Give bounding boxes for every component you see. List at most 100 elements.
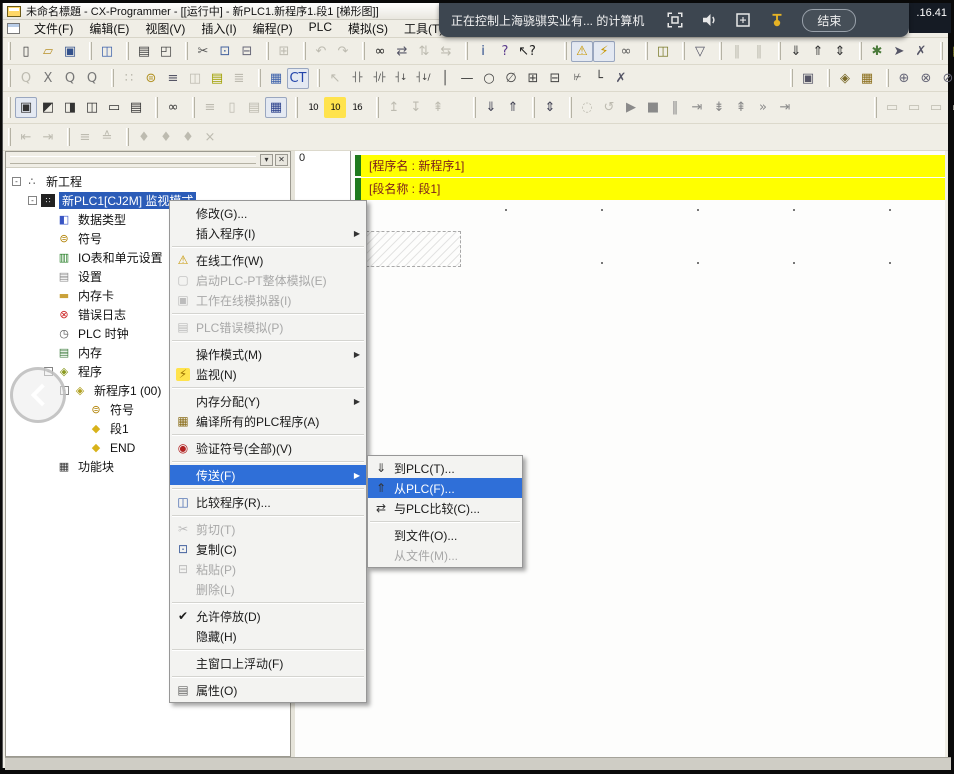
differentiate-icon[interactable]: ⊬ bbox=[566, 68, 588, 89]
transfer-compare-icon[interactable]: ⇕ bbox=[539, 97, 561, 118]
toolbar-grip[interactable] bbox=[111, 69, 114, 87]
monitor-hex-window-icon[interactable]: ▦ bbox=[265, 97, 287, 118]
window-project-icon[interactable]: ▣ bbox=[15, 97, 37, 118]
new-file-icon[interactable]: ▯ bbox=[15, 41, 37, 62]
menu-item-比较程序[interactable]: ◫比较程序(R)... bbox=[170, 492, 366, 512]
menu-编辑[interactable]: 编辑(E) bbox=[81, 19, 137, 38]
new-contact-icon[interactable]: ┤├ bbox=[346, 68, 368, 89]
window-watch-icon[interactable]: ◨ bbox=[59, 97, 81, 118]
program-check-icon[interactable]: ▣ bbox=[797, 68, 819, 89]
tree-expander[interactable]: - bbox=[28, 196, 37, 205]
toolbar-grip[interactable] bbox=[645, 42, 648, 60]
toolbar-grip[interactable] bbox=[473, 97, 476, 119]
io-table-icon[interactable]: ▤ bbox=[947, 41, 954, 62]
tree-expander[interactable]: - bbox=[12, 177, 21, 186]
sim-stop-icon[interactable]: ■ bbox=[642, 97, 664, 118]
copy-icon[interactable]: ⊡ bbox=[214, 41, 236, 62]
menu-item-在线工作[interactable]: ⚠在线工作(W) bbox=[170, 250, 366, 270]
new-closed-coil-icon[interactable]: ∅ bbox=[500, 68, 522, 89]
toolbar-grip[interactable] bbox=[185, 42, 188, 60]
toolbar-grip[interactable] bbox=[886, 69, 889, 87]
symbol-verify-icon[interactable]: ⊘ bbox=[937, 68, 954, 89]
watch-window-icon[interactable]: ▦ bbox=[265, 68, 287, 89]
sim-pause-icon[interactable]: ‖ bbox=[664, 97, 686, 118]
monitor-mode-icon[interactable]: ⚡ bbox=[593, 41, 615, 62]
section-name-row[interactable]: [段名称 : 段1] bbox=[361, 178, 945, 200]
new-horizontal-icon[interactable]: — bbox=[456, 68, 478, 89]
end-session-button[interactable]: 结束 bbox=[802, 9, 856, 32]
toolbar-grip[interactable] bbox=[682, 42, 685, 60]
save-icon[interactable]: ▣ bbox=[59, 41, 81, 62]
toolbar-grip[interactable] bbox=[859, 42, 862, 60]
download-to-plc-icon[interactable]: ⇓ bbox=[785, 41, 807, 62]
transfer-to-plc-icon[interactable]: ⇓ bbox=[480, 97, 502, 118]
menu-item-PLC错误模拟[interactable]: ▤PLC错误模拟(P) bbox=[170, 317, 366, 337]
zoom-fit-icon[interactable]: Q bbox=[81, 68, 103, 89]
zoom-custom-icon[interactable]: X bbox=[37, 68, 59, 89]
menu-item-隐藏[interactable]: 隐藏(H) bbox=[170, 626, 366, 646]
toolbar-grip[interactable] bbox=[564, 42, 567, 60]
menu-item-到文件[interactable]: 到文件(O)... bbox=[368, 525, 522, 545]
print-preview-icon[interactable]: ◰ bbox=[155, 41, 177, 62]
close-panel-button[interactable]: ✕ bbox=[275, 154, 288, 166]
toolbar-grip[interactable] bbox=[532, 97, 535, 119]
find-replace-icon[interactable]: ⇄ bbox=[391, 41, 413, 62]
menu-item-剪切[interactable]: ✂剪切(T) bbox=[170, 519, 366, 539]
online-edit-begin-icon[interactable]: ✱ bbox=[866, 41, 888, 62]
new-vertical-icon[interactable]: │ bbox=[434, 68, 456, 89]
fullscreen-icon[interactable] bbox=[658, 9, 692, 31]
menu-编程[interactable]: 编程(P) bbox=[245, 19, 301, 38]
menu-item-插入程序[interactable]: 插入程序(I)▶ bbox=[170, 223, 366, 243]
program-name-row[interactable]: [程序名 : 新程序1] bbox=[361, 155, 945, 177]
menu-item-与PLC比较[interactable]: ⇄与PLC比较(C)... bbox=[368, 498, 522, 518]
menu-视图[interactable]: 视图(V) bbox=[137, 19, 193, 38]
child-window-icon[interactable] bbox=[7, 23, 20, 34]
ladder-editor[interactable]: [程序名 : 新程序1] [段名称 : 段1] 0 ▶ bbox=[295, 151, 945, 757]
find-icon[interactable]: ∞ bbox=[369, 41, 391, 62]
toolbar-grip[interactable] bbox=[719, 42, 722, 60]
sim-step-icon[interactable]: ⇥ bbox=[686, 97, 708, 118]
speaker-icon[interactable] bbox=[692, 9, 726, 31]
menu-item-到PLC[interactable]: ⇓到PLC(T)... bbox=[368, 458, 522, 478]
online-edit-send-icon[interactable]: ➤ bbox=[888, 41, 910, 62]
window-cross-ref-icon[interactable]: ◫ bbox=[81, 97, 103, 118]
toolbar-grip[interactable] bbox=[192, 97, 195, 119]
menu-item-主窗口上浮动[interactable]: 主窗口上浮动(F) bbox=[170, 653, 366, 673]
menu-item-允许停放[interactable]: ✔允许停放(D) bbox=[170, 606, 366, 626]
menu-模拟[interactable]: 模拟(S) bbox=[340, 19, 396, 38]
toolbar-grip[interactable] bbox=[8, 97, 11, 119]
menu-item-工作在线模拟器[interactable]: ▣工作在线模拟器(I) bbox=[170, 290, 366, 310]
window-toggle-icon[interactable] bbox=[726, 9, 760, 31]
transfer-from-plc-icon[interactable]: ⇑ bbox=[502, 97, 524, 118]
menu-插入[interactable]: 插入(I) bbox=[193, 19, 244, 38]
bottom-scroll-strip[interactable] bbox=[5, 757, 951, 770]
cut-icon[interactable]: ✂ bbox=[192, 41, 214, 62]
new-or-contact-icon[interactable]: ┤↓ bbox=[390, 68, 412, 89]
menu-item-编译所有的PLC程序[interactable]: ▦编译所有的PLC程序(A) bbox=[170, 411, 366, 431]
tree-item[interactable]: -∴新工程 bbox=[6, 172, 290, 191]
menu-文件[interactable]: 文件(F) bbox=[26, 19, 81, 38]
window-output-icon[interactable]: ◩ bbox=[37, 97, 59, 118]
sim-play-icon[interactable]: ▶ bbox=[620, 97, 642, 118]
clock-pulse-icon[interactable]: CT bbox=[287, 68, 309, 89]
sim-step-in-icon[interactable]: ⇟ bbox=[708, 97, 730, 118]
menu-item-操作模式[interactable]: 操作模式(M)▶ bbox=[170, 344, 366, 364]
toolbar-grip[interactable] bbox=[362, 42, 365, 60]
compare-with-plc-icon[interactable]: ⇕ bbox=[829, 41, 851, 62]
new-closed-contact-icon[interactable]: ┤/├ bbox=[368, 68, 390, 89]
toolbar-grip[interactable] bbox=[155, 97, 158, 119]
menu-item-验证符号[interactable]: ◉验证符号(全部)(V) bbox=[170, 438, 366, 458]
paste-icon[interactable]: ⊟ bbox=[236, 41, 258, 62]
new-closed-or-contact-icon[interactable]: ┤↓/ bbox=[412, 68, 434, 89]
window-address-icon[interactable]: ▭ bbox=[103, 97, 125, 118]
address-list-icon[interactable]: ≡ bbox=[162, 68, 184, 89]
toolbar-grip[interactable] bbox=[8, 128, 11, 146]
monitor-decimal-icon[interactable]: 10 bbox=[302, 97, 324, 118]
section-list-icon[interactable]: ◈ bbox=[834, 68, 856, 89]
new-instruction-icon[interactable]: ⊞ bbox=[522, 68, 544, 89]
sim-step-out-icon[interactable]: ⇞ bbox=[730, 97, 752, 118]
toolbar-grip[interactable] bbox=[874, 97, 877, 119]
menu-PLC[interactable]: PLC bbox=[301, 19, 340, 38]
menu-item-复制[interactable]: ⊡复制(C) bbox=[170, 539, 366, 559]
toolbar-grip[interactable] bbox=[376, 97, 379, 119]
